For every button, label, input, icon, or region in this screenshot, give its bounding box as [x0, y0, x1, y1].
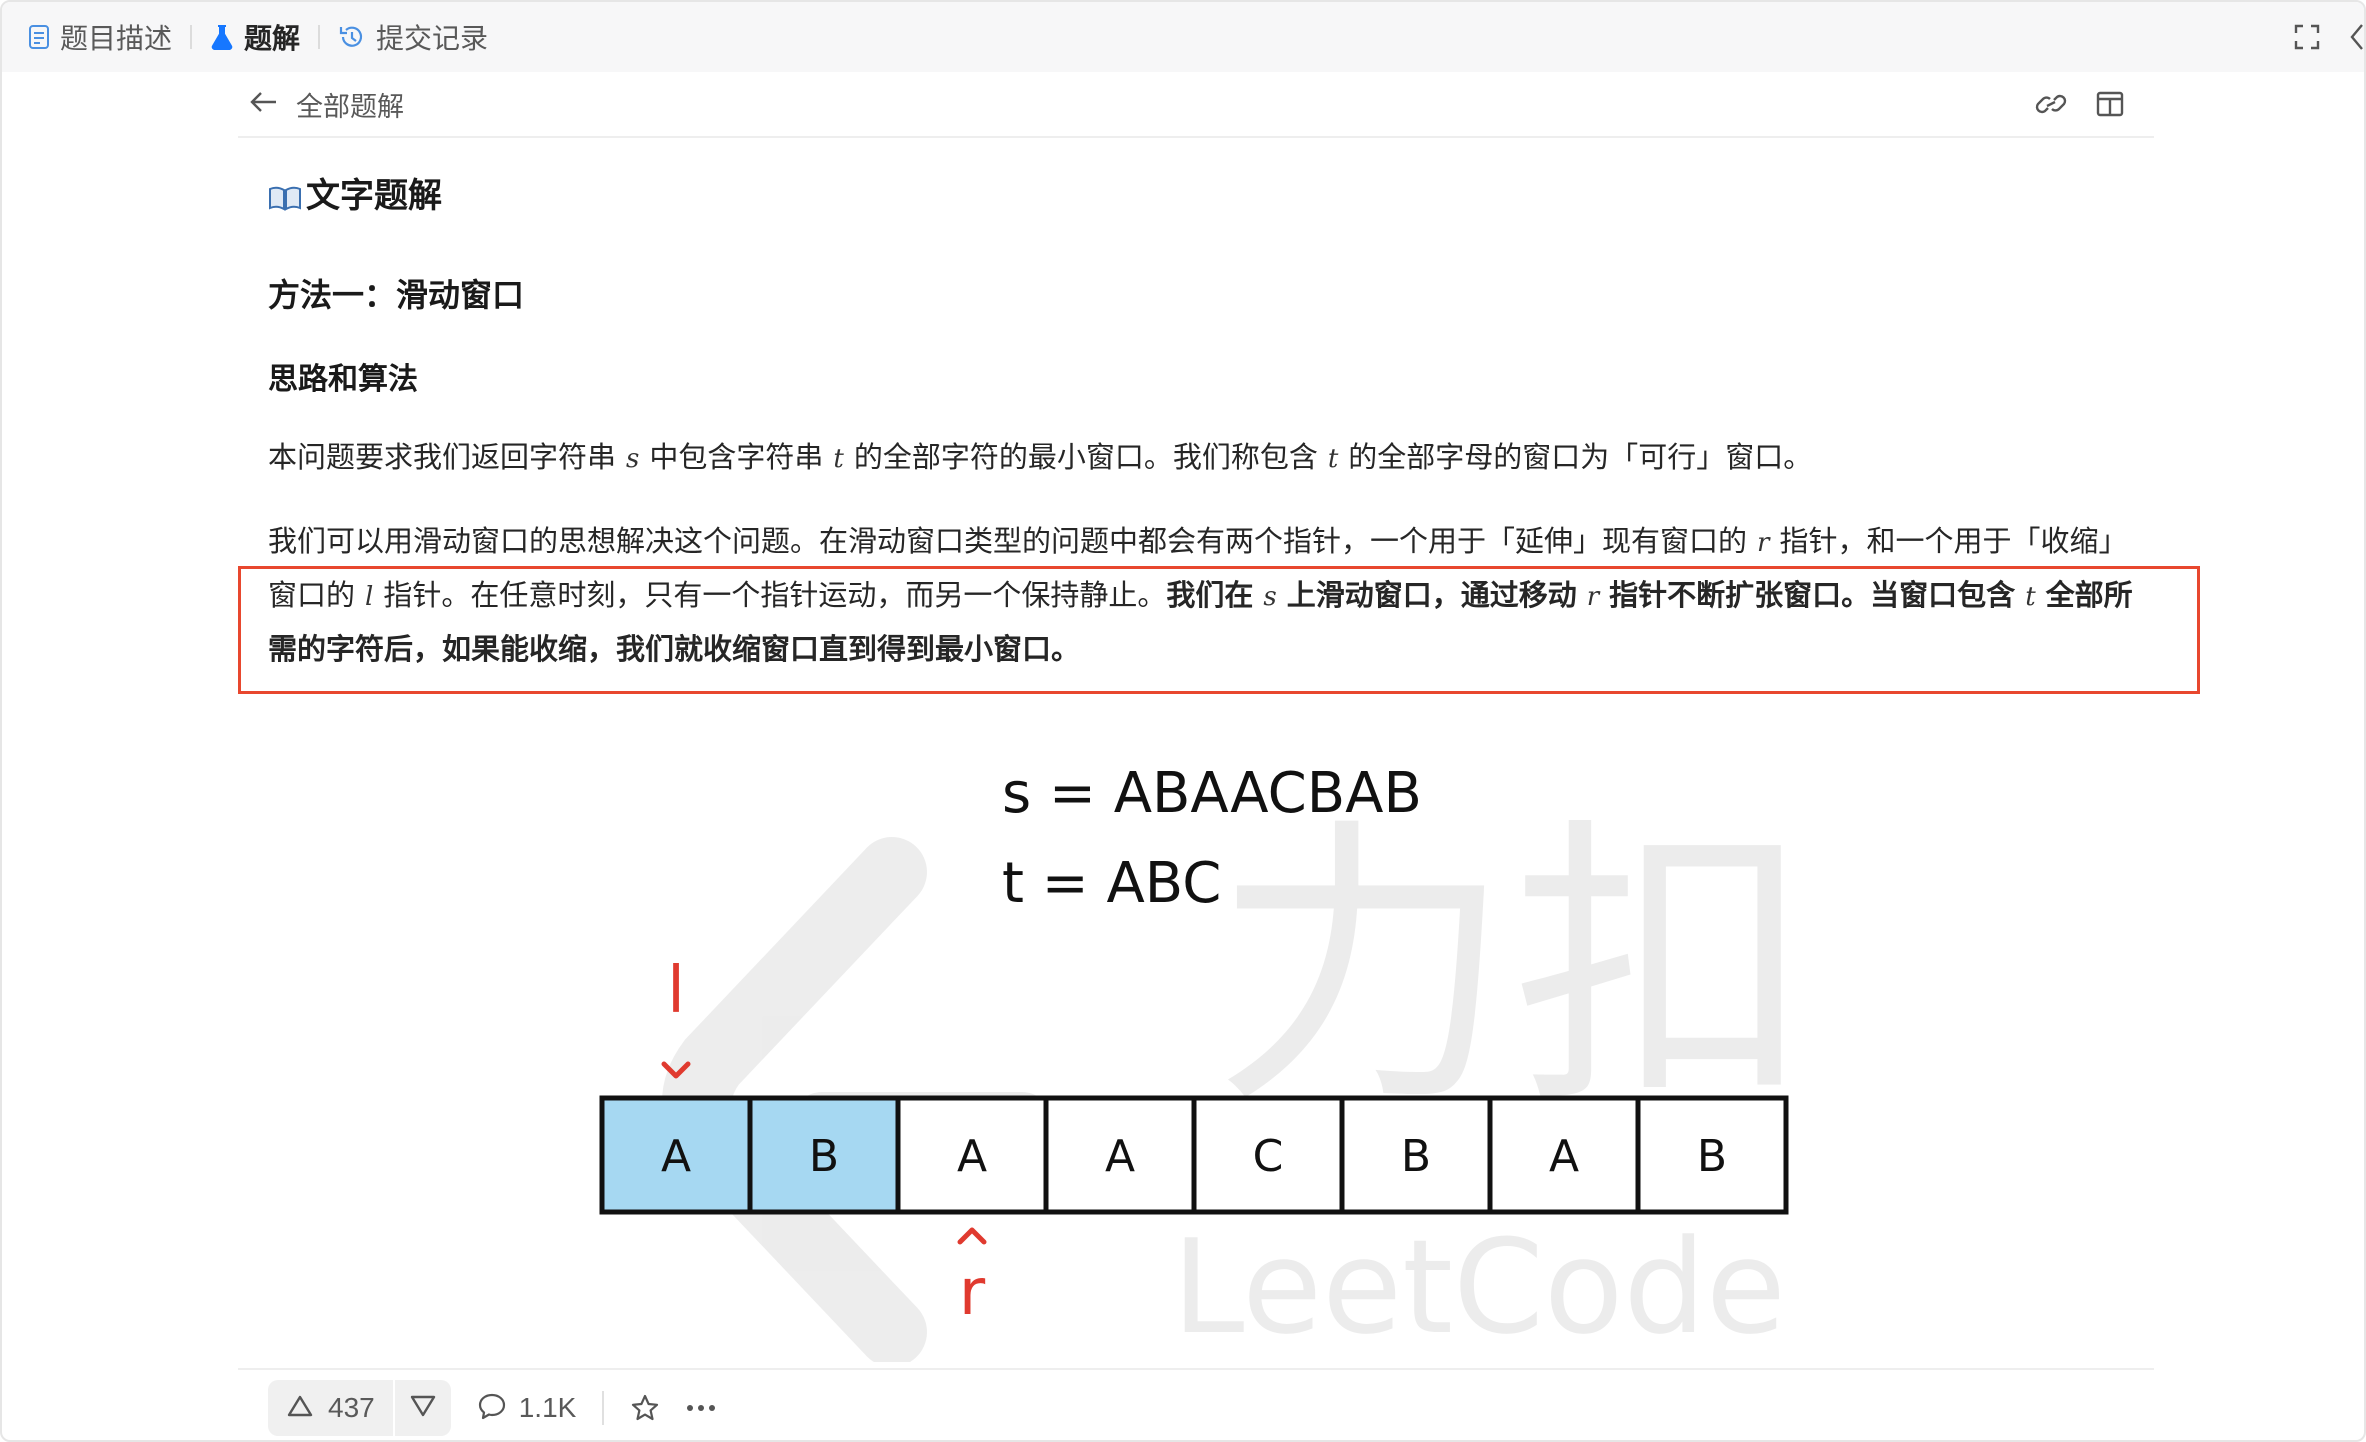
upvote-count: 437	[328, 1392, 375, 1423]
star-icon[interactable]	[630, 1393, 660, 1423]
tab-solutions-label: 题解	[244, 23, 301, 54]
math-l: l	[365, 582, 374, 612]
arrow-left-icon	[250, 90, 278, 119]
right-pointer: r	[957, 1227, 987, 1330]
r-pointer-arrow	[957, 1227, 987, 1245]
p2-text-c: 指针。在任意时刻，只有一个指针运动，而另一个保持静止。	[383, 580, 1167, 612]
p1-text-b: 中包含字符串	[649, 442, 824, 474]
leetcode-watermark: 力扣 LeetCode	[662, 794, 1812, 1367]
tab-description[interactable]: 题目描述	[14, 2, 186, 72]
flask-icon	[210, 24, 234, 50]
sliding-window-illustration: 力扣 LeetCode s = ABAACBAB t = ABC A B A A C B A…	[562, 742, 1862, 1367]
more-icon[interactable]	[686, 1404, 716, 1412]
array-cell: B	[1339, 1095, 1493, 1215]
article-title: 文字题解	[268, 168, 442, 220]
array-cell-char: B	[1697, 1131, 1727, 1182]
article-title-text: 文字题解	[306, 177, 442, 215]
array-cell: A	[1487, 1095, 1641, 1215]
downvote-button[interactable]	[395, 1380, 451, 1436]
split-view-icon[interactable]	[2096, 91, 2124, 117]
array-cell-char: C	[1253, 1131, 1284, 1182]
math-t: t	[2025, 582, 2036, 612]
comment-count: 1.1K	[518, 1392, 577, 1423]
illustration-canvas: 力扣 LeetCode s = ABAACBAB t = ABC A B A A C B A…	[599, 761, 1812, 1367]
array-cell: A	[1043, 1095, 1197, 1215]
tab-description-label: 题目描述	[60, 23, 173, 54]
triangle-up-icon	[286, 1394, 314, 1423]
paragraph-1: 本问题要求我们返回字符串 s 中包含字符串 t 的全部字符的最小窗口。我们称包含 t 的全部…	[268, 432, 2138, 486]
array-cells: ABAACBAB	[599, 1095, 1789, 1215]
triangle-down-icon	[409, 1394, 437, 1423]
p2-bold-b: 上滑动窗口，通过移动	[1286, 580, 1577, 612]
p1-text-a: 本问题要求我们返回字符串	[268, 442, 617, 474]
solution-action-bar: 437 1.1K	[238, 1368, 2154, 1440]
history-icon	[338, 23, 366, 51]
array-cell: C	[1191, 1095, 1345, 1215]
array-cell: B	[747, 1095, 901, 1215]
array-cell-char: B	[1401, 1131, 1431, 1182]
array-cell: A	[895, 1095, 1049, 1215]
tab-bar: 题目描述 题解 提交记录	[2, 2, 2364, 72]
watermark-cn: 力扣	[1212, 794, 1812, 1143]
open-book-icon	[268, 181, 302, 220]
array-cell-char: A	[957, 1131, 987, 1182]
math-t: t	[1327, 444, 1339, 474]
fullscreen-icon[interactable]	[2294, 24, 2320, 50]
comment-icon	[477, 1392, 507, 1425]
idea-heading: 思路和算法	[268, 363, 418, 396]
tab-divider	[318, 25, 321, 49]
p1-text-d: 的全部字母的窗口为「可行」窗口。	[1348, 442, 1813, 474]
array-cell: A	[599, 1095, 753, 1215]
math-s: s	[1263, 582, 1277, 612]
p1-text-c: 的全部字符的最小窗口。我们称包含	[853, 442, 1318, 474]
p2-text-a: 我们可以用滑动窗口的思想解决这个问题。在滑动窗口类型的问题中都会有两个指针，一个…	[268, 526, 1748, 558]
math-s: s	[626, 444, 640, 474]
back-to-all-solutions[interactable]: 全部题解	[250, 85, 404, 124]
r-pointer-label: r	[959, 1256, 986, 1330]
document-icon	[28, 24, 50, 50]
array-cell-char: A	[1549, 1131, 1579, 1182]
math-r: r	[1586, 582, 1600, 612]
paragraph-2: 我们可以用滑动窗口的思想解决这个问题。在滑动窗口类型的问题中都会有两个指针，一个…	[268, 516, 2138, 677]
method-heading: 方法一：滑动窗口	[268, 277, 525, 313]
back-label: 全部题解	[296, 91, 404, 122]
solution-toolbar: 全部题解	[238, 72, 2154, 138]
array-cell-char: A	[1105, 1131, 1135, 1182]
l-pointer-label: l	[667, 954, 685, 1028]
tab-submissions-label: 提交记录	[376, 23, 489, 54]
array-cell-char: B	[809, 1131, 839, 1182]
comments-button[interactable]: 1.1K	[477, 1392, 577, 1425]
upvote-button[interactable]: 437	[268, 1380, 393, 1436]
chevron-left-icon[interactable]	[2350, 23, 2364, 51]
vote-group: 437	[268, 1380, 451, 1436]
action-divider	[602, 1391, 605, 1425]
math-t: t	[833, 444, 844, 474]
link-icon[interactable]	[2034, 89, 2068, 119]
math-r: r	[1757, 528, 1770, 558]
tab-divider	[190, 25, 193, 49]
t-string-label: t = ABC	[1002, 851, 1221, 916]
array-cell-char: A	[661, 1131, 691, 1182]
array-cell: B	[1635, 1095, 1789, 1215]
app-frame: 题目描述 题解 提交记录 全部题解 文字题解 方法一：滑动窗口 思路和算法 本问…	[0, 0, 2366, 1442]
tab-solutions[interactable]: 题解	[196, 2, 314, 72]
s-string-label: s = ABAACBAB	[1002, 761, 1422, 826]
watermark-text: LeetCode	[1172, 1211, 1786, 1362]
p2-bold-c: 指针不断扩张窗口。当窗口包含	[1609, 580, 2016, 612]
tab-submissions[interactable]: 提交记录	[324, 2, 502, 72]
p2-bold-a: 我们在	[1166, 580, 1254, 612]
